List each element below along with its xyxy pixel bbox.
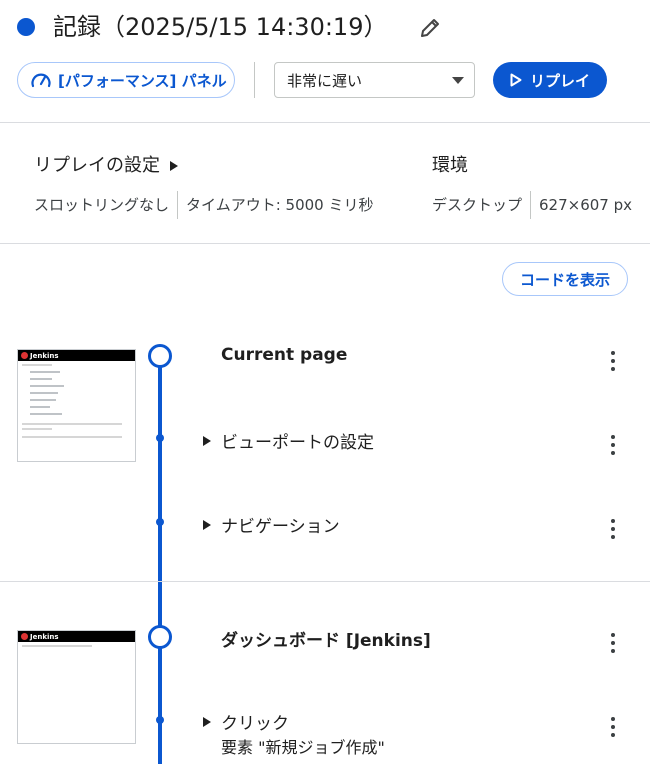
divider: [0, 243, 650, 244]
triangle-right-icon: [170, 161, 178, 171]
timeout-value: タイムアウト: 5000 ミリ秒: [186, 196, 374, 214]
triangle-right-icon: [203, 435, 211, 446]
page-thumbnail[interactable]: Jenkins: [17, 630, 136, 744]
recording-title: 記録（2025/5/15 14:30:19）: [53, 13, 388, 41]
thumbnail-brand: Jenkins: [30, 632, 59, 641]
kebab-menu-icon[interactable]: [610, 519, 616, 539]
pencil-icon[interactable]: [418, 16, 442, 40]
timeline-section-node: [148, 625, 172, 649]
toolbar-divider: [254, 62, 255, 98]
section-title: Current page: [221, 345, 348, 365]
kebab-menu-icon[interactable]: [610, 717, 616, 737]
performance-panel-label: [パフォーマンス] パネル: [58, 71, 227, 90]
throttle-select[interactable]: 非常に遅い: [274, 62, 475, 98]
timeline-step-node: [156, 518, 164, 526]
value-divider: [177, 191, 179, 219]
device-value: デスクトップ: [432, 196, 523, 214]
play-icon: [510, 73, 522, 87]
kebab-menu-icon[interactable]: [610, 351, 616, 371]
recording-dot-icon: [17, 18, 35, 36]
divider: [0, 122, 650, 123]
triangle-right-icon: [203, 519, 211, 530]
kebab-menu-icon[interactable]: [610, 435, 616, 455]
performance-panel-button[interactable]: [パフォーマンス] パネル: [17, 62, 235, 98]
step-navigation[interactable]: ナビゲーション: [203, 512, 340, 537]
throttling-value: スロットリングなし: [34, 196, 170, 214]
replay-label: リプレイ: [529, 71, 590, 90]
timeline-section-node: [148, 344, 172, 368]
environment-values: デスクトップ 627×607 px: [432, 191, 632, 219]
throttle-select-value: 非常に遅い: [287, 71, 363, 90]
replay-button[interactable]: リプレイ: [493, 62, 607, 98]
step-detail: 要素 "新規ジョブ作成": [221, 738, 385, 757]
section-title: ダッシュボード [Jenkins]: [221, 631, 431, 651]
size-value: 627×607 px: [539, 196, 633, 214]
show-code-button[interactable]: コードを表示: [502, 262, 628, 296]
replay-settings-values: スロットリングなし タイムアウト: 5000 ミリ秒: [34, 191, 373, 219]
thumbnail-brand: Jenkins: [30, 351, 59, 360]
divider: [0, 581, 650, 582]
step-click[interactable]: クリック: [203, 709, 289, 734]
timeline-step-node: [156, 716, 164, 724]
chevron-down-icon: [452, 76, 464, 84]
show-code-label: コードを表示: [519, 270, 610, 289]
step-viewport[interactable]: ビューポートの設定: [203, 428, 374, 453]
page-thumbnail[interactable]: Jenkins: [17, 349, 136, 462]
step-label: ナビゲーション: [221, 517, 340, 537]
timeline-line: [158, 356, 162, 764]
value-divider: [530, 191, 532, 219]
step-label: クリック: [221, 714, 289, 734]
step-label: ビューポートの設定: [221, 433, 374, 453]
gauge-icon: [31, 73, 51, 88]
replay-settings-heading: リプレイの設定: [34, 155, 160, 176]
environment-heading: 環境: [432, 155, 468, 176]
triangle-right-icon: [203, 716, 211, 727]
replay-settings-toggle[interactable]: リプレイの設定: [34, 154, 178, 178]
timeline-step-node: [156, 434, 164, 442]
kebab-menu-icon[interactable]: [610, 633, 616, 653]
